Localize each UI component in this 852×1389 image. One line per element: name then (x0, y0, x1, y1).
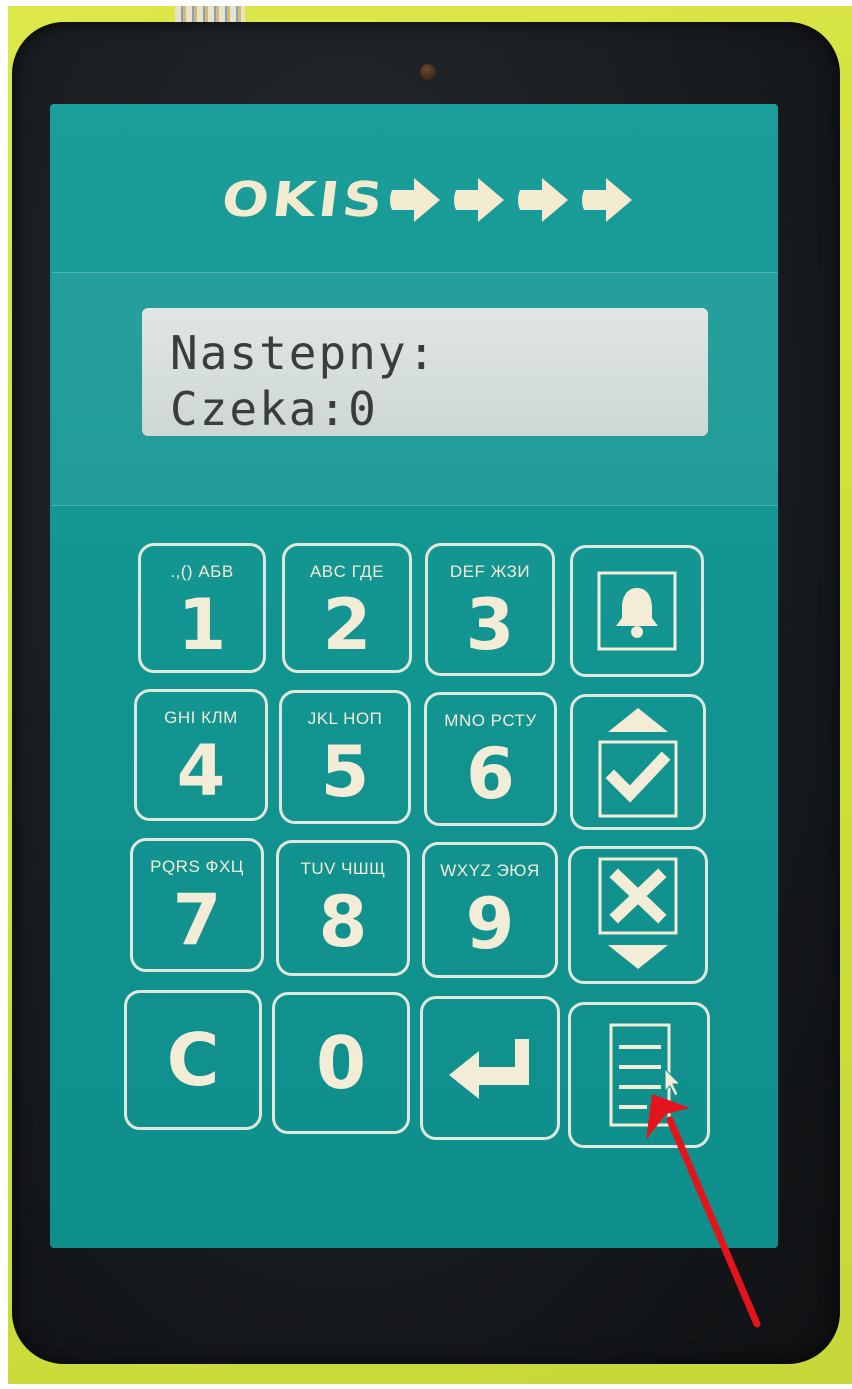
menu-list-icon (609, 1023, 682, 1127)
clear-label: C (166, 1018, 220, 1102)
lcd-line-next: Nastepny: (170, 326, 438, 380)
lcd-display: Nastepny: Czeka:0 (142, 308, 708, 436)
logo-arrow-icon (454, 178, 505, 222)
key-9[interactable]: WXYZ ЭЮЯ 9 (422, 842, 558, 978)
logo-arrow-icon (390, 178, 441, 222)
key-2-letters: ABC ГДЕ (309, 562, 385, 581)
key-0[interactable]: 0 (272, 992, 410, 1134)
key-5-letters: JKL НОП (307, 709, 383, 728)
key-1[interactable]: .,() АБВ 1 (138, 543, 266, 673)
key-1-letters: .,() АБВ (170, 562, 234, 581)
key-2-digit: 2 (322, 584, 372, 666)
key-8-digit: 8 (318, 881, 368, 963)
menu-button[interactable] (568, 1002, 710, 1148)
key-9-letters: WXYZ ЭЮЯ (440, 861, 540, 880)
key-6-letters: MNO РСТУ (444, 711, 537, 730)
x-down-icon (598, 857, 678, 969)
enter-icon (449, 1039, 529, 1099)
key-5-digit: 5 (320, 731, 370, 813)
key-9-digit: 9 (465, 883, 515, 965)
logo-arrow-icon (582, 178, 633, 222)
key-0-digit: 0 (315, 1021, 367, 1105)
key-4-digit: 4 (176, 730, 226, 812)
cancel-down-button[interactable] (568, 846, 708, 984)
up-confirm-button[interactable] (570, 694, 706, 830)
key-7-letters: PQRS ФХЦ (150, 857, 244, 876)
key-5[interactable]: JKL НОП 5 (279, 690, 411, 824)
key-1-digit: 1 (177, 584, 227, 666)
key-8-letters: TUV ЧШЩ (300, 859, 386, 878)
up-check-icon (598, 708, 678, 818)
key-4[interactable]: GHI КЛМ 4 (134, 689, 268, 821)
key-3[interactable]: DEF ЖЗИ 3 (425, 543, 555, 676)
bell-button[interactable] (570, 545, 704, 677)
key-6[interactable]: MNO РСТУ 6 (424, 692, 557, 826)
enter-button[interactable] (420, 996, 560, 1140)
brand-logo: OKIS (218, 172, 634, 228)
key-7[interactable]: PQRS ФХЦ 7 (130, 838, 264, 972)
bell-icon (597, 571, 677, 651)
key-3-digit: 3 (465, 584, 515, 666)
key-2[interactable]: ABC ГДЕ 2 (282, 543, 412, 673)
logo-arrow-icon (518, 178, 569, 222)
logo-text: OKIS (218, 172, 390, 228)
key-7-digit: 7 (172, 879, 222, 961)
key-6-digit: 6 (466, 733, 515, 815)
lcd-line-waiting: Czeka:0 (170, 382, 378, 436)
key-3-letters: DEF ЖЗИ (449, 562, 531, 581)
clear-button[interactable]: C (124, 990, 262, 1130)
key-8[interactable]: TUV ЧШЩ 8 (276, 840, 410, 976)
status-led (420, 64, 436, 80)
key-4-letters: GHI КЛМ (164, 708, 238, 727)
